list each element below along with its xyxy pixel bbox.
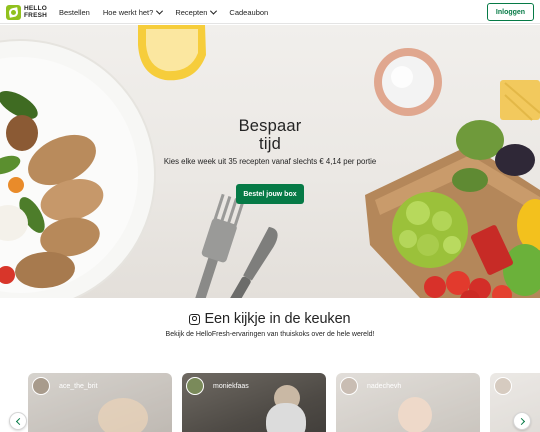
- carousel-next-button[interactable]: [513, 412, 531, 430]
- chevron-down-icon: [156, 7, 164, 15]
- nav-label: Cadeaubon: [229, 7, 269, 17]
- avatar: [32, 377, 50, 395]
- instagram-carousel: ace_the_brit moniekfaas nadechevh: [0, 373, 540, 432]
- hero-copy: Bespaar tijd Kies elke week uit 35 recep…: [150, 117, 390, 166]
- nav-item-recepten[interactable]: Recepten: [175, 7, 218, 17]
- logo-text: HELLO FRESH: [24, 5, 48, 19]
- site-header: HELLO FRESH Bestellen Hoe werkt het? Rec…: [0, 0, 540, 24]
- chevron-down-icon: [210, 7, 218, 15]
- avatar: [186, 377, 204, 395]
- chevron-right-icon: [517, 417, 525, 425]
- nav-label: Bestellen: [59, 7, 90, 17]
- instagram-post-card[interactable]: nadechevh: [336, 373, 480, 432]
- instagram-post-card[interactable]: moniekfaas: [182, 373, 326, 432]
- social-section-title: Een kijkje in de keuken: [0, 309, 540, 329]
- hero-banner: Bespaar tijd Kies elke week uit 35 recep…: [0, 25, 540, 298]
- post-username: moniekfaas: [213, 382, 249, 390]
- post-header: ace_the_brit: [32, 377, 98, 395]
- carousel-prev-button[interactable]: [9, 412, 27, 430]
- instagram-post-card[interactable]: ace_the_brit: [28, 373, 172, 432]
- post-image: [98, 398, 148, 432]
- avatar: [494, 377, 512, 395]
- instagram-icon: [189, 313, 201, 325]
- social-subheading: Bekijk de HelloFresh-ervaringen van thui…: [165, 331, 375, 338]
- post-header: nadechevh: [340, 377, 401, 395]
- order-box-button[interactable]: Bestel jouw box: [236, 184, 304, 204]
- hellofresh-logo[interactable]: HELLO FRESH: [6, 3, 52, 21]
- chevron-left-icon: [15, 417, 23, 425]
- login-button[interactable]: Inloggen: [487, 3, 534, 21]
- main-nav: Bestellen Hoe werkt het? Recepten Cadeau…: [59, 0, 281, 24]
- hero-title-line-2: tijd: [259, 135, 281, 153]
- post-header: [494, 377, 512, 395]
- nav-label: Hoe werkt het?: [102, 7, 154, 17]
- avatar: [340, 377, 358, 395]
- post-username: nadechevh: [367, 382, 402, 390]
- post-header: moniekfaas: [186, 377, 249, 395]
- nav-item-bestellen[interactable]: Bestellen: [59, 8, 90, 17]
- post-username: ace_the_brit: [59, 382, 98, 390]
- hero-title-line-1: Bespaar: [238, 117, 302, 135]
- post-image: [398, 397, 432, 432]
- nav-label: Recepten: [175, 7, 208, 17]
- social-heading: Een kijkje in de keuken: [204, 311, 351, 327]
- post-image-detail: [266, 403, 306, 432]
- nav-item-hoe-werkt-het[interactable]: Hoe werkt het?: [102, 7, 164, 17]
- nav-item-cadeaubon[interactable]: Cadeaubon: [229, 8, 268, 17]
- hero-subtitle: Kies elke week uit 35 recepten vanaf sle…: [163, 157, 377, 166]
- hellofresh-logo-icon: [6, 4, 21, 20]
